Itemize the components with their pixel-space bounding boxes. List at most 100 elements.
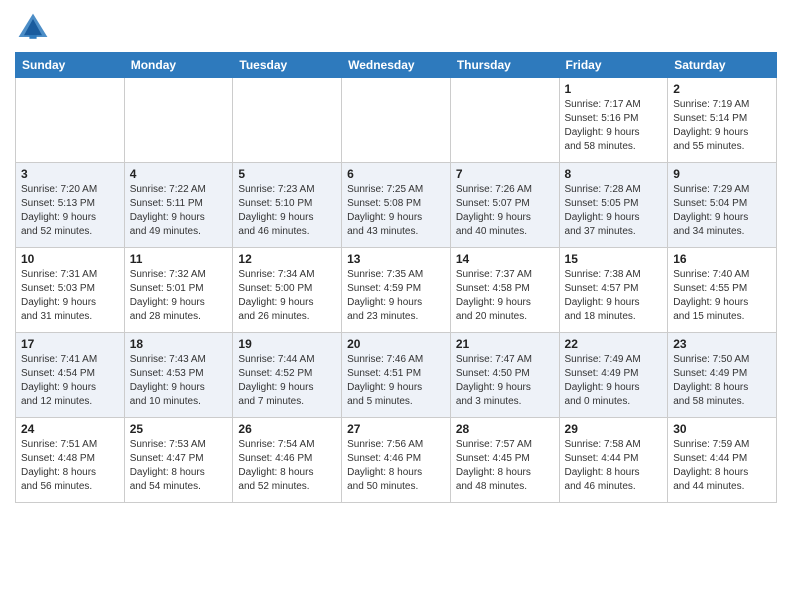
page: SundayMondayTuesdayWednesdayThursdayFrid… [0, 0, 792, 518]
day-number: 7 [456, 167, 554, 181]
calendar-header-row: SundayMondayTuesdayWednesdayThursdayFrid… [16, 53, 777, 78]
day-info: Sunrise: 7:38 AM Sunset: 4:57 PM Dayligh… [565, 268, 663, 324]
day-number: 17 [21, 337, 119, 351]
calendar-cell: 27Sunrise: 7:56 AM Sunset: 4:46 PM Dayli… [342, 418, 451, 503]
calendar-cell: 1 Sunrise: 7:17 AM Sunset: 5:16 PM Daylig… [559, 78, 668, 163]
calendar-cell: 19 Sunrise: 7:44 AM Sunset: 4:52 PM Dayli… [233, 333, 342, 418]
calendar-cell: 25 Sunrise: 7:53 AM Sunset: 4:47 PM Dayli… [124, 418, 233, 503]
calendar-table: SundayMondayTuesdayWednesdayThursdayFrid… [15, 52, 777, 503]
weekday-header: Wednesday [342, 53, 451, 78]
calendar-week-row: 24 Sunrise: 7:51 AM Sunset: 4:48 PM Dayli… [16, 418, 777, 503]
day-info: Sunrise: 7:20 AM Sunset: 5:13 PM Dayligh… [21, 183, 119, 239]
day-number: 21 [456, 337, 554, 351]
calendar-cell: 8 Sunrise: 7:28 AM Sunset: 5:05 PM Daylig… [559, 163, 668, 248]
day-info: Sunrise: 7:25 AM Sunset: 5:08 PM Dayligh… [347, 183, 445, 239]
calendar-cell: 6 Sunrise: 7:25 AM Sunset: 5:08 PM Daylig… [342, 163, 451, 248]
day-number: 1 [565, 82, 663, 96]
calendar-cell: 4 Sunrise: 7:22 AM Sunset: 5:11 PM Daylig… [124, 163, 233, 248]
calendar-week-row: 3 Sunrise: 7:20 AM Sunset: 5:13 PM Daylig… [16, 163, 777, 248]
logo-icon [15, 10, 51, 46]
day-info: Sunrise: 7:40 AM Sunset: 4:55 PM Dayligh… [673, 268, 771, 324]
calendar-cell [16, 78, 125, 163]
calendar-cell: 10 Sunrise: 7:31 AM Sunset: 5:03 PM Dayli… [16, 248, 125, 333]
day-number: 30 [673, 422, 771, 436]
calendar-cell [450, 78, 559, 163]
weekday-header: Sunday [16, 53, 125, 78]
day-info: Sunrise: 7:23 AM Sunset: 5:10 PM Dayligh… [238, 183, 336, 239]
day-number: 25 [130, 422, 228, 436]
day-number: 8 [565, 167, 663, 181]
day-info: Sunrise: 7:44 AM Sunset: 4:52 PM Dayligh… [238, 353, 336, 409]
day-info: Sunrise: 7:50 AM Sunset: 4:49 PM Dayligh… [673, 353, 771, 409]
day-number: 11 [130, 252, 228, 266]
day-info: Sunrise: 7:41 AM Sunset: 4:54 PM Dayligh… [21, 353, 119, 409]
day-info: Sunrise: 7:34 AM Sunset: 5:00 PM Dayligh… [238, 268, 336, 324]
day-info: Sunrise: 7:49 AM Sunset: 4:49 PM Dayligh… [565, 353, 663, 409]
day-number: 2 [673, 82, 771, 96]
day-number: 6 [347, 167, 445, 181]
weekday-header: Thursday [450, 53, 559, 78]
day-number: 4 [130, 167, 228, 181]
calendar-cell [124, 78, 233, 163]
day-number: 24 [21, 422, 119, 436]
day-info: Sunrise: 7:32 AM Sunset: 5:01 PM Dayligh… [130, 268, 228, 324]
day-number: 22 [565, 337, 663, 351]
calendar-cell: 30 Sunrise: 7:59 AM Sunset: 4:44 PM Dayli… [668, 418, 777, 503]
weekday-header: Monday [124, 53, 233, 78]
calendar-cell: 9Sunrise: 7:29 AM Sunset: 5:04 PM Daylig… [668, 163, 777, 248]
calendar-cell: 16 Sunrise: 7:40 AM Sunset: 4:55 PM Dayli… [668, 248, 777, 333]
calendar-cell: 18Sunrise: 7:43 AM Sunset: 4:53 PM Dayli… [124, 333, 233, 418]
day-info: Sunrise: 7:37 AM Sunset: 4:58 PM Dayligh… [456, 268, 554, 324]
day-info: Sunrise: 7:22 AM Sunset: 5:11 PM Dayligh… [130, 183, 228, 239]
calendar-week-row: 10 Sunrise: 7:31 AM Sunset: 5:03 PM Dayli… [16, 248, 777, 333]
day-info: Sunrise: 7:46 AM Sunset: 4:51 PM Dayligh… [347, 353, 445, 409]
day-number: 5 [238, 167, 336, 181]
day-number: 12 [238, 252, 336, 266]
day-number: 15 [565, 252, 663, 266]
day-info: Sunrise: 7:35 AM Sunset: 4:59 PM Dayligh… [347, 268, 445, 324]
calendar-cell: 29 Sunrise: 7:58 AM Sunset: 4:44 PM Dayli… [559, 418, 668, 503]
day-info: Sunrise: 7:59 AM Sunset: 4:44 PM Dayligh… [673, 438, 771, 494]
calendar-cell: 12 Sunrise: 7:34 AM Sunset: 5:00 PM Dayli… [233, 248, 342, 333]
day-number: 10 [21, 252, 119, 266]
day-info: Sunrise: 7:58 AM Sunset: 4:44 PM Dayligh… [565, 438, 663, 494]
day-number: 13 [347, 252, 445, 266]
calendar-cell: 21Sunrise: 7:47 AM Sunset: 4:50 PM Dayli… [450, 333, 559, 418]
day-number: 29 [565, 422, 663, 436]
calendar-cell: 2 Sunrise: 7:19 AM Sunset: 5:14 PM Daylig… [668, 78, 777, 163]
day-info: Sunrise: 7:53 AM Sunset: 4:47 PM Dayligh… [130, 438, 228, 494]
calendar-cell: 22 Sunrise: 7:49 AM Sunset: 4:49 PM Dayli… [559, 333, 668, 418]
header [15, 10, 777, 46]
calendar-week-row: 1 Sunrise: 7:17 AM Sunset: 5:16 PM Daylig… [16, 78, 777, 163]
day-info: Sunrise: 7:54 AM Sunset: 4:46 PM Dayligh… [238, 438, 336, 494]
day-number: 19 [238, 337, 336, 351]
weekday-header: Friday [559, 53, 668, 78]
calendar-cell: 20Sunrise: 7:46 AM Sunset: 4:51 PM Dayli… [342, 333, 451, 418]
day-info: Sunrise: 7:17 AM Sunset: 5:16 PM Dayligh… [565, 98, 663, 154]
calendar-cell: 24 Sunrise: 7:51 AM Sunset: 4:48 PM Dayli… [16, 418, 125, 503]
day-number: 23 [673, 337, 771, 351]
day-info: Sunrise: 7:56 AM Sunset: 4:46 PM Dayligh… [347, 438, 445, 494]
calendar-cell: 23 Sunrise: 7:50 AM Sunset: 4:49 PM Dayli… [668, 333, 777, 418]
calendar-cell: 14 Sunrise: 7:37 AM Sunset: 4:58 PM Dayli… [450, 248, 559, 333]
day-number: 16 [673, 252, 771, 266]
calendar-cell: 7 Sunrise: 7:26 AM Sunset: 5:07 PM Daylig… [450, 163, 559, 248]
day-info: Sunrise: 7:43 AM Sunset: 4:53 PM Dayligh… [130, 353, 228, 409]
logo [15, 10, 55, 46]
day-info: Sunrise: 7:26 AM Sunset: 5:07 PM Dayligh… [456, 183, 554, 239]
day-number: 14 [456, 252, 554, 266]
calendar-cell [233, 78, 342, 163]
day-info: Sunrise: 7:19 AM Sunset: 5:14 PM Dayligh… [673, 98, 771, 154]
weekday-header: Saturday [668, 53, 777, 78]
calendar-cell: 5 Sunrise: 7:23 AM Sunset: 5:10 PM Daylig… [233, 163, 342, 248]
calendar-cell: 13 Sunrise: 7:35 AM Sunset: 4:59 PM Dayli… [342, 248, 451, 333]
calendar-cell: 15 Sunrise: 7:38 AM Sunset: 4:57 PM Dayli… [559, 248, 668, 333]
calendar-cell: 28Sunrise: 7:57 AM Sunset: 4:45 PM Dayli… [450, 418, 559, 503]
day-info: Sunrise: 7:28 AM Sunset: 5:05 PM Dayligh… [565, 183, 663, 239]
calendar-cell: 26Sunrise: 7:54 AM Sunset: 4:46 PM Dayli… [233, 418, 342, 503]
day-info: Sunrise: 7:51 AM Sunset: 4:48 PM Dayligh… [21, 438, 119, 494]
day-number: 3 [21, 167, 119, 181]
calendar-cell [342, 78, 451, 163]
day-info: Sunrise: 7:31 AM Sunset: 5:03 PM Dayligh… [21, 268, 119, 324]
day-number: 9 [673, 167, 771, 181]
